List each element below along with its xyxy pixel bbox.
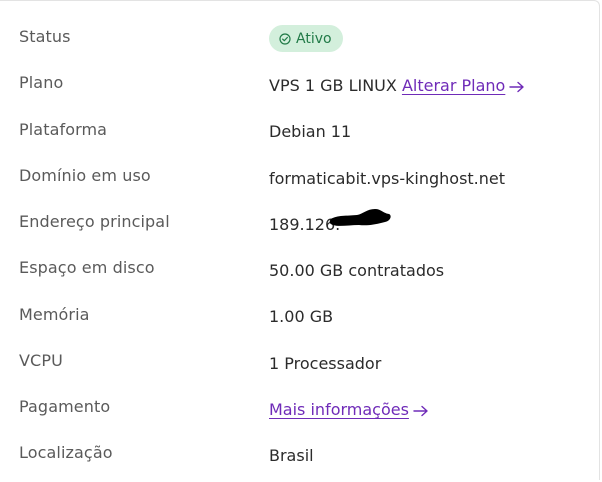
pagamento-label: Pagamento [19, 397, 111, 416]
pagamento-value-group: Mais informações [269, 400, 429, 419]
plataforma-value: Debian 11 [269, 122, 352, 141]
plano-value: VPS 1 GB LINUX [269, 76, 397, 95]
memoria-label: Memória [19, 305, 90, 324]
arrow-right-icon[interactable] [413, 405, 429, 417]
mais-informacoes-link[interactable]: Mais informações [269, 400, 409, 419]
vps-details-card: Status Ativo Plano VPS 1 GB LINUX Altera… [0, 0, 600, 480]
plataforma-label: Plataforma [19, 120, 108, 139]
vcpu-label: VCPU [19, 351, 63, 370]
check-circle-icon [279, 32, 291, 45]
memoria-value: 1.00 GB [269, 307, 334, 326]
status-label: Status [19, 27, 71, 46]
espaco-label: Espaço em disco [19, 258, 155, 277]
status-badge: Ativo [269, 25, 343, 52]
localizacao-label: Localização [19, 443, 113, 462]
redaction-mark [329, 209, 391, 226]
endereco-label: Endereço principal [19, 212, 170, 231]
arrow-right-icon[interactable] [509, 81, 525, 93]
vcpu-value: 1 Processador [269, 354, 382, 373]
plano-value-group: VPS 1 GB LINUX Alterar Plano [269, 76, 525, 95]
dominio-label: Domínio em uso [19, 166, 151, 185]
localizacao-value: Brasil [269, 446, 314, 465]
alterar-plano-link[interactable]: Alterar Plano [402, 76, 505, 95]
espaco-value: 50.00 GB contratados [269, 261, 445, 280]
dominio-value: formaticabit.vps-kinghost.net [269, 169, 506, 188]
plano-label: Plano [19, 73, 64, 92]
status-badge-text: Ativo [296, 30, 332, 47]
